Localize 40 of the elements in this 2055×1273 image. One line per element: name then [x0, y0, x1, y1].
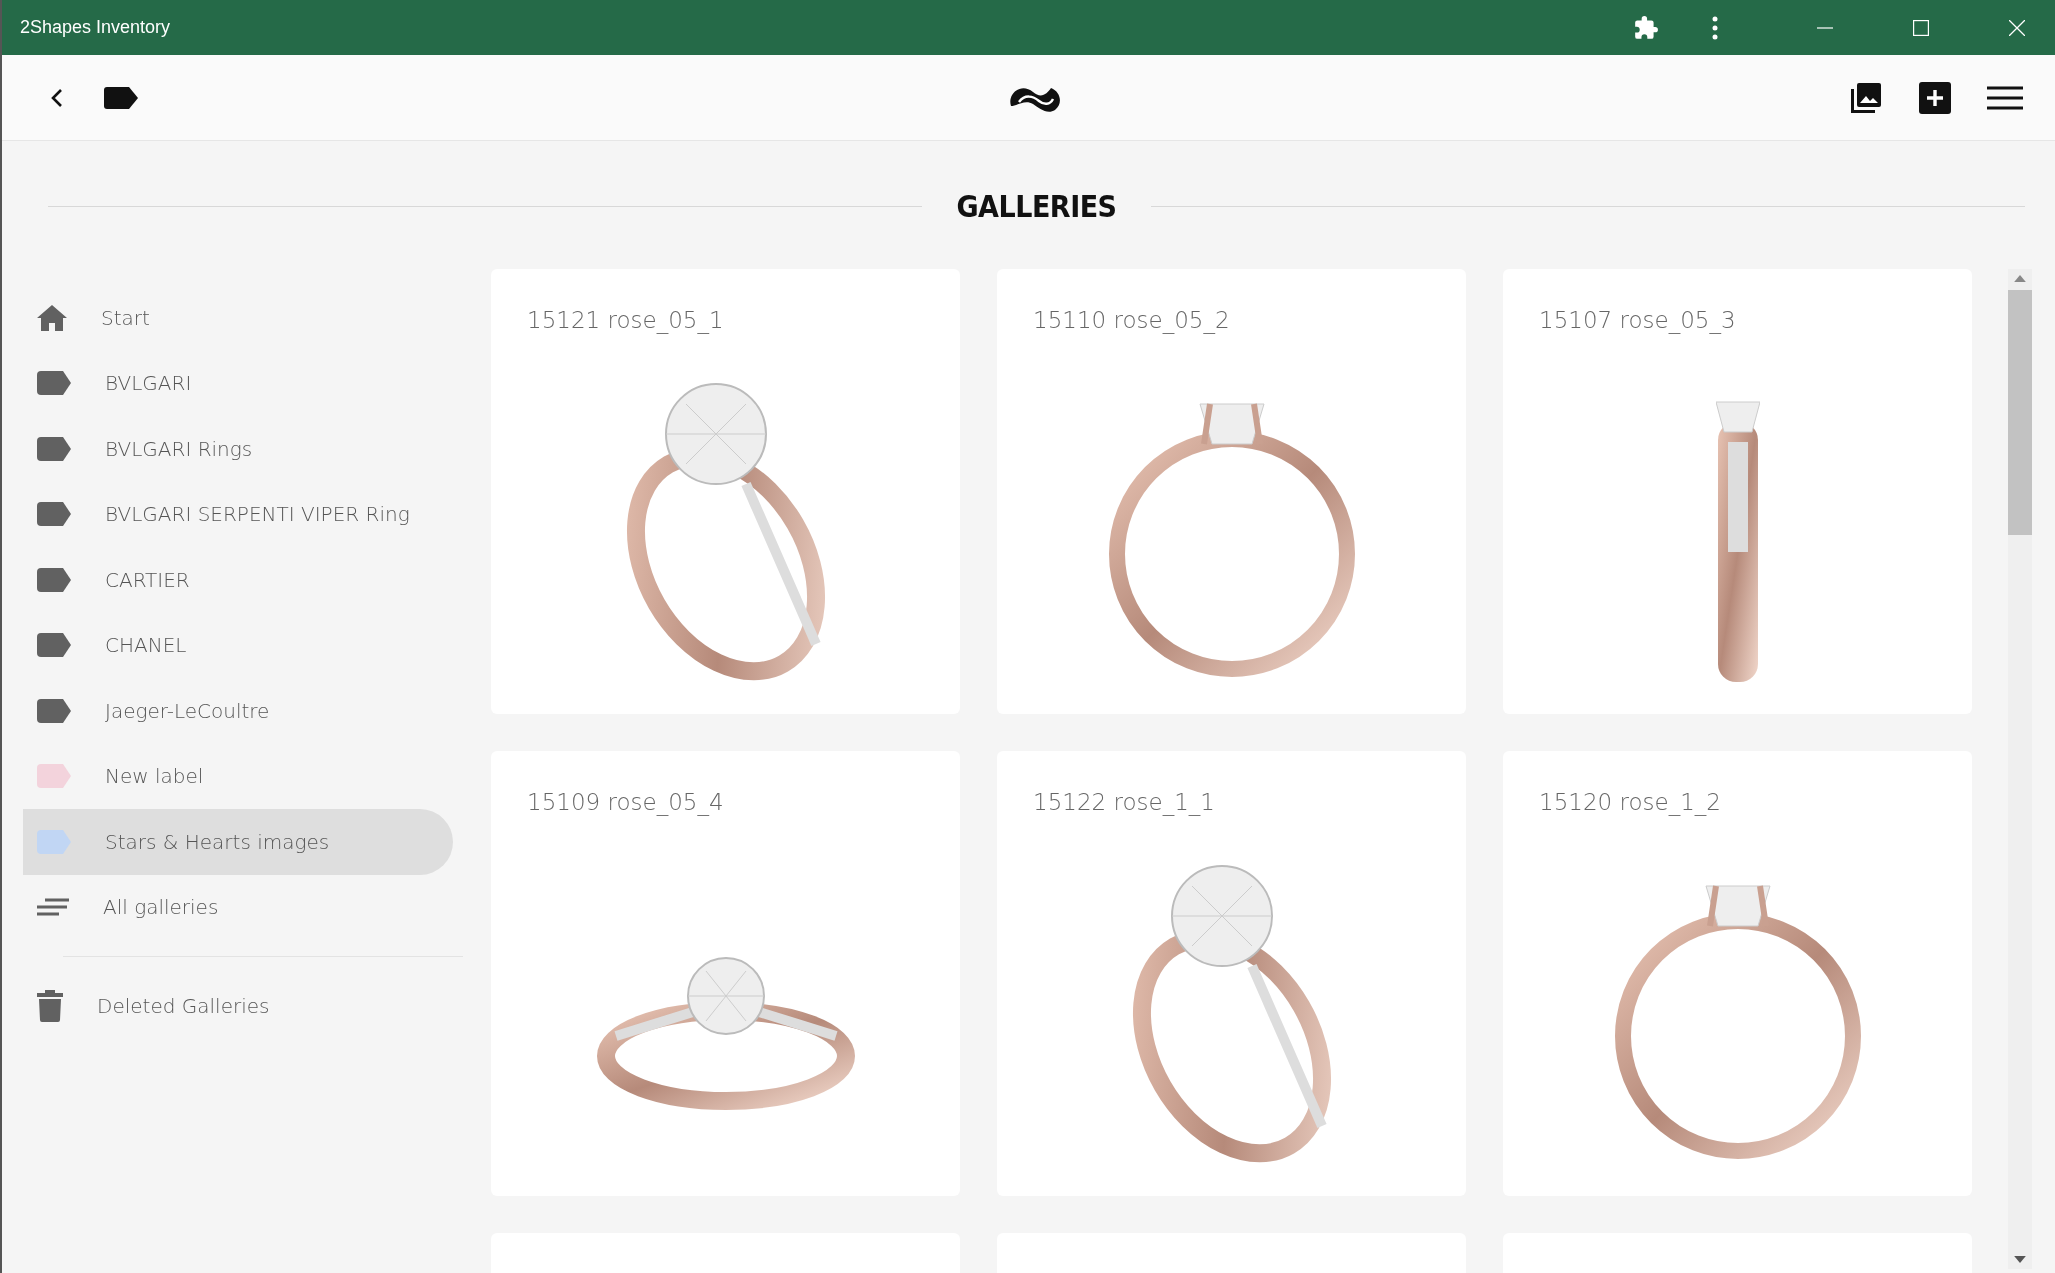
gallery-title: 15122 rose_1_1 — [1033, 789, 1215, 815]
photo-library-icon[interactable] — [1849, 80, 1883, 115]
more-options-icon[interactable] — [1711, 15, 1719, 40]
sidebar-item[interactable]: Deleted Galleries — [23, 973, 453, 1039]
sidebar-item[interactable]: Jaeger-LeCoultre — [23, 678, 453, 744]
gallery-title: 15110 rose_05_2 — [1033, 307, 1230, 333]
gallery-card[interactable]: 15110 rose_05_2 — [997, 269, 1466, 714]
scrollbar-thumb[interactable] — [2008, 290, 2032, 535]
home-icon — [37, 304, 67, 331]
scrollbar[interactable] — [2008, 269, 2032, 1269]
sidebar-item[interactable]: Stars & Hearts images — [23, 809, 453, 875]
gallery-card[interactable]: 15109 rose_05_4 — [491, 751, 960, 1196]
gallery-title: 15120 rose_1_2 — [1539, 789, 1721, 815]
sidebar-item[interactable]: CARTIER — [23, 547, 453, 613]
list-icon — [37, 898, 69, 917]
sidebar-item[interactable]: BVLGARI — [23, 350, 453, 416]
scroll-down-icon[interactable] — [2014, 1256, 2026, 1263]
gallery-title: 15121 rose_05_1 — [527, 307, 724, 333]
scroll-up-icon[interactable] — [2014, 275, 2026, 282]
gallery-title: 15107 rose_05_3 — [1539, 307, 1736, 333]
sidebar-item[interactable]: CHANEL — [23, 612, 453, 678]
sidebar-item[interactable]: New label — [23, 743, 453, 809]
gallery-card[interactable]: 15121 rose_05_1 — [491, 269, 960, 714]
menu-icon[interactable] — [1987, 85, 2023, 110]
gallery-card[interactable]: 15120 rose_1_2 — [1503, 751, 1972, 1196]
add-icon[interactable] — [1919, 81, 1951, 114]
gallery-title: 15109 rose_05_4 — [527, 789, 724, 815]
sidebar-item[interactable]: BVLGARI SERPENTI VIPER Ring — [23, 481, 453, 547]
maximize-icon[interactable] — [1913, 19, 1929, 36]
close-icon[interactable] — [2009, 19, 2025, 36]
sidebar-item[interactable]: All galleries — [23, 874, 453, 940]
gallery-card[interactable]: 15122 rose_1_1 — [997, 751, 1466, 1196]
sidebar-item[interactable]: BVLGARI Rings — [23, 416, 453, 482]
sidebar-item[interactable]: Start — [23, 285, 453, 351]
window-title: 2Shapes Inventory — [20, 17, 171, 38]
trash-icon — [37, 989, 63, 1022]
label-icon[interactable] — [104, 86, 138, 109]
gallery-card[interactable]: 15107 rose_05_3 — [1503, 269, 1972, 714]
puzzle-piece-icon[interactable] — [1633, 14, 1659, 41]
page-title: GALLERIES — [956, 188, 1117, 224]
